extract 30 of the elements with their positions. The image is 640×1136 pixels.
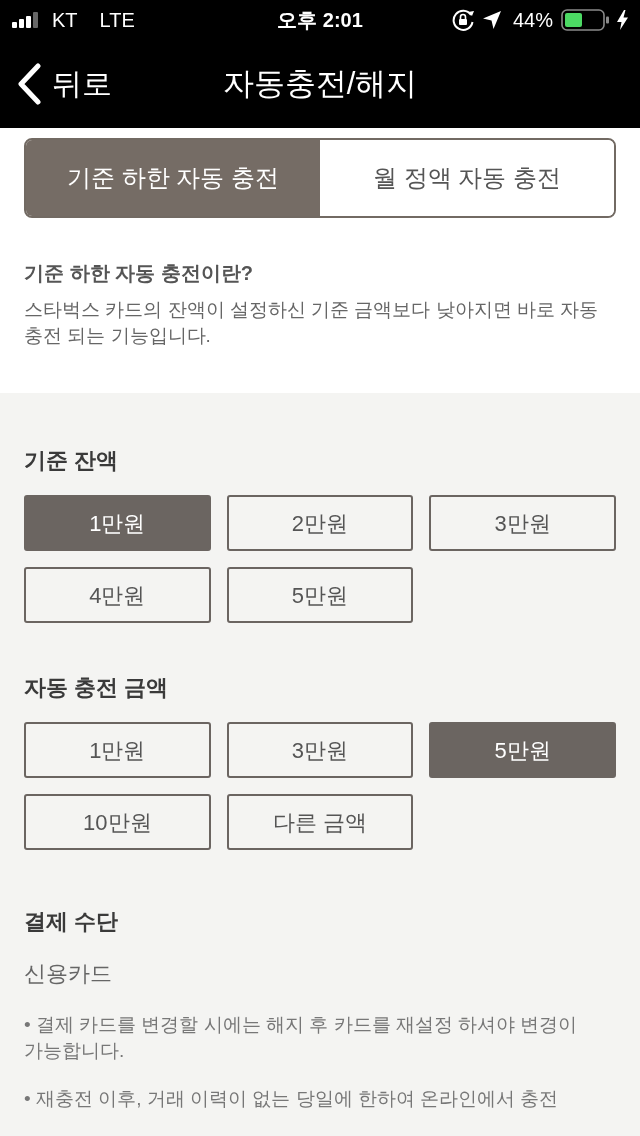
note-text: • 결제 카드를 변경할 시에는 해지 후 카드를 재설정 하셔야 변경이 가능합니다. [24, 1013, 579, 1063]
amount-option[interactable]: 다른 금액 [226, 794, 414, 850]
network-type: LTE [99, 8, 135, 33]
intro-heading: 기준 하한 자동 충전이란? [24, 261, 254, 286]
amount-option[interactable]: 3만원 [226, 722, 414, 778]
section-heading: 결제 수단 [24, 908, 120, 936]
charging-bolt-icon [617, 10, 628, 30]
rotation-lock-icon [450, 8, 475, 32]
battery-icon [561, 9, 609, 31]
amount-option[interactable]: 2만원 [226, 495, 414, 551]
battery-percent: 44% [512, 8, 553, 33]
carrier-name: KT [52, 8, 78, 33]
screen-title: 자동충전/해지 [222, 64, 418, 103]
amount-option[interactable]: 5만원 [429, 722, 616, 778]
section-heading: 자동 충전 금액 [24, 674, 170, 702]
amount-option[interactable]: 5만원 [226, 567, 414, 623]
location-arrow-icon [482, 11, 501, 29]
back-button[interactable]: 뒤로 [16, 63, 112, 105]
payment-method: 신용카드 [24, 960, 113, 988]
chevron-left-icon [16, 63, 42, 105]
amount-option[interactable]: 4만원 [24, 567, 211, 623]
amount-option[interactable]: 3만원 [429, 495, 616, 551]
note-text: • 재충전 이후, 거래 이력이 없는 당일에 한하여 온라인에서 충전 [24, 1087, 560, 1111]
clock-time: 오후 2:01 [277, 8, 363, 33]
section-heading: 기준 잔액 [24, 447, 120, 475]
intro-text: 스타벅스 카드의 잔액이 설정하신 기준 금액보다 낮아지면 바로 자동 충전 되는 기능입니다. [24, 298, 600, 348]
amount-option[interactable]: 10만원 [24, 794, 211, 850]
amount-option[interactable]: 1만원 [24, 722, 211, 778]
amount-option[interactable]: 1만원 [24, 495, 211, 551]
mode-tab[interactable]: 기준 하한 자동 충전 [26, 140, 320, 216]
